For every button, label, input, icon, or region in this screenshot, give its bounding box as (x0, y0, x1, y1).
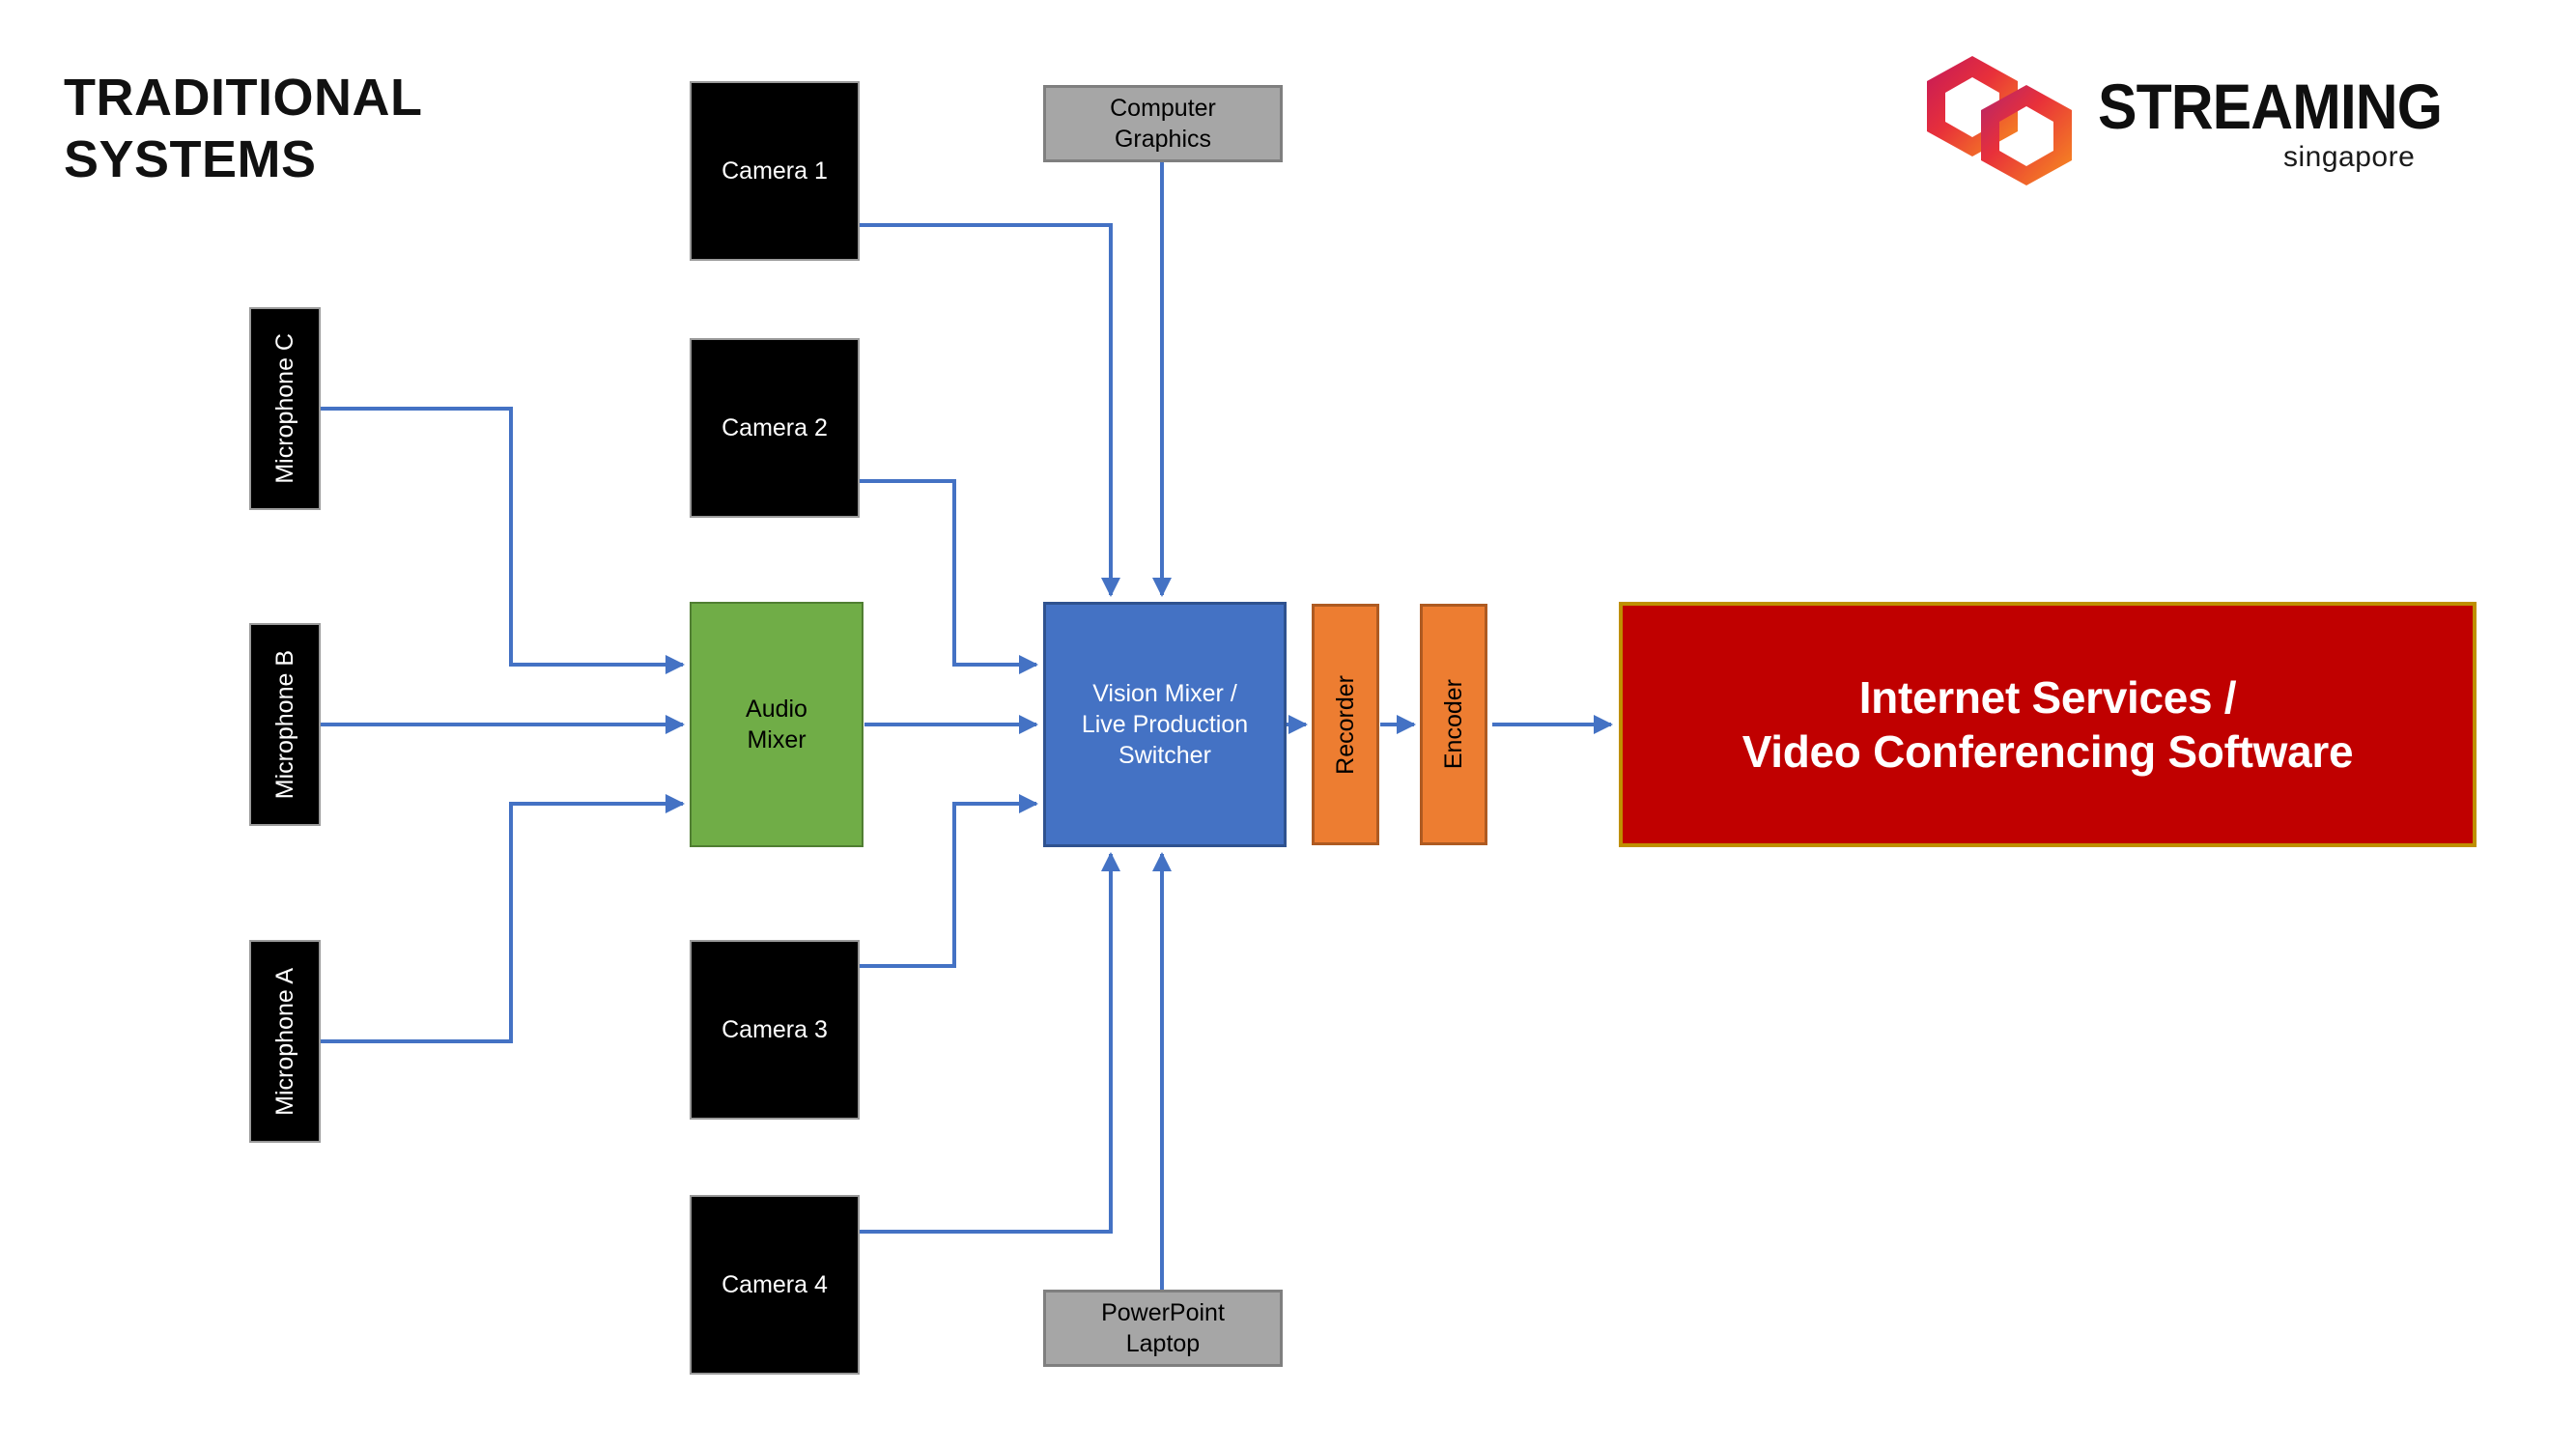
node-audio-mixer-label: Audio Mixer (746, 696, 807, 753)
wire-camera-2-to-vision-mixer (860, 479, 1038, 674)
node-camera-1[interactable]: Camera 1 (690, 81, 860, 261)
node-vision-mixer-label: Vision Mixer / Live Production Switcher (1081, 680, 1249, 769)
node-microphone-c[interactable]: Microphone C (249, 307, 321, 510)
node-camera-2-label: Camera 2 (722, 414, 828, 441)
node-recorder-label: Recorder (1332, 674, 1359, 775)
node-destination[interactable]: Internet Services / Video Conferencing S… (1619, 602, 2477, 847)
node-encoder[interactable]: Encoder (1420, 604, 1487, 845)
wire-mic-c-to-audio-mixer (320, 407, 685, 674)
wire-mic-a-to-audio-mixer (320, 794, 685, 1043)
node-camera-3[interactable]: Camera 3 (690, 940, 860, 1120)
node-powerpoint-laptop-label: PowerPoint Laptop (1101, 1299, 1225, 1357)
node-camera-1-label: Camera 1 (722, 157, 828, 185)
page-title: TRADITIONAL SYSTEMS (64, 69, 423, 188)
hexagon-logo-icon (1927, 56, 2072, 185)
node-microphone-c-label: Microphone C (271, 333, 298, 484)
node-powerpoint-laptop[interactable]: PowerPoint Laptop (1043, 1290, 1283, 1367)
wire-camera-4-to-vision-mixer (860, 852, 1120, 1234)
node-encoder-label: Encoder (1440, 679, 1467, 770)
node-destination-label: Internet Services / Video Conferencing S… (1741, 671, 2354, 777)
node-microphone-a[interactable]: Microphone A (249, 940, 321, 1143)
node-microphone-b-label: Microphone B (271, 649, 298, 800)
diagram-canvas: TRADITIONAL SYSTEMS STREAMING singapore … (0, 0, 2576, 1449)
node-computer-graphics[interactable]: Computer Graphics (1043, 85, 1283, 162)
node-vision-mixer[interactable]: Vision Mixer / Live Production Switcher (1043, 602, 1287, 847)
node-computer-graphics-label: Computer Graphics (1110, 95, 1216, 153)
node-recorder[interactable]: Recorder (1312, 604, 1379, 845)
node-camera-3-label: Camera 3 (722, 1016, 828, 1043)
brand-tagline: singapore (2283, 141, 2416, 173)
node-camera-4-label: Camera 4 (722, 1271, 828, 1298)
node-audio-mixer[interactable]: Audio Mixer (690, 602, 863, 847)
brand-logo: STREAMING singapore (1922, 48, 2482, 193)
node-microphone-b[interactable]: Microphone B (249, 623, 321, 826)
node-microphone-a-label: Microphone A (271, 967, 298, 1116)
node-camera-4[interactable]: Camera 4 (690, 1195, 860, 1375)
wire-camera-1-to-vision-mixer (860, 223, 1120, 597)
node-camera-2[interactable]: Camera 2 (690, 338, 860, 518)
wire-camera-3-to-vision-mixer (860, 794, 1038, 968)
brand-wordmark: STREAMING (2098, 71, 2443, 142)
